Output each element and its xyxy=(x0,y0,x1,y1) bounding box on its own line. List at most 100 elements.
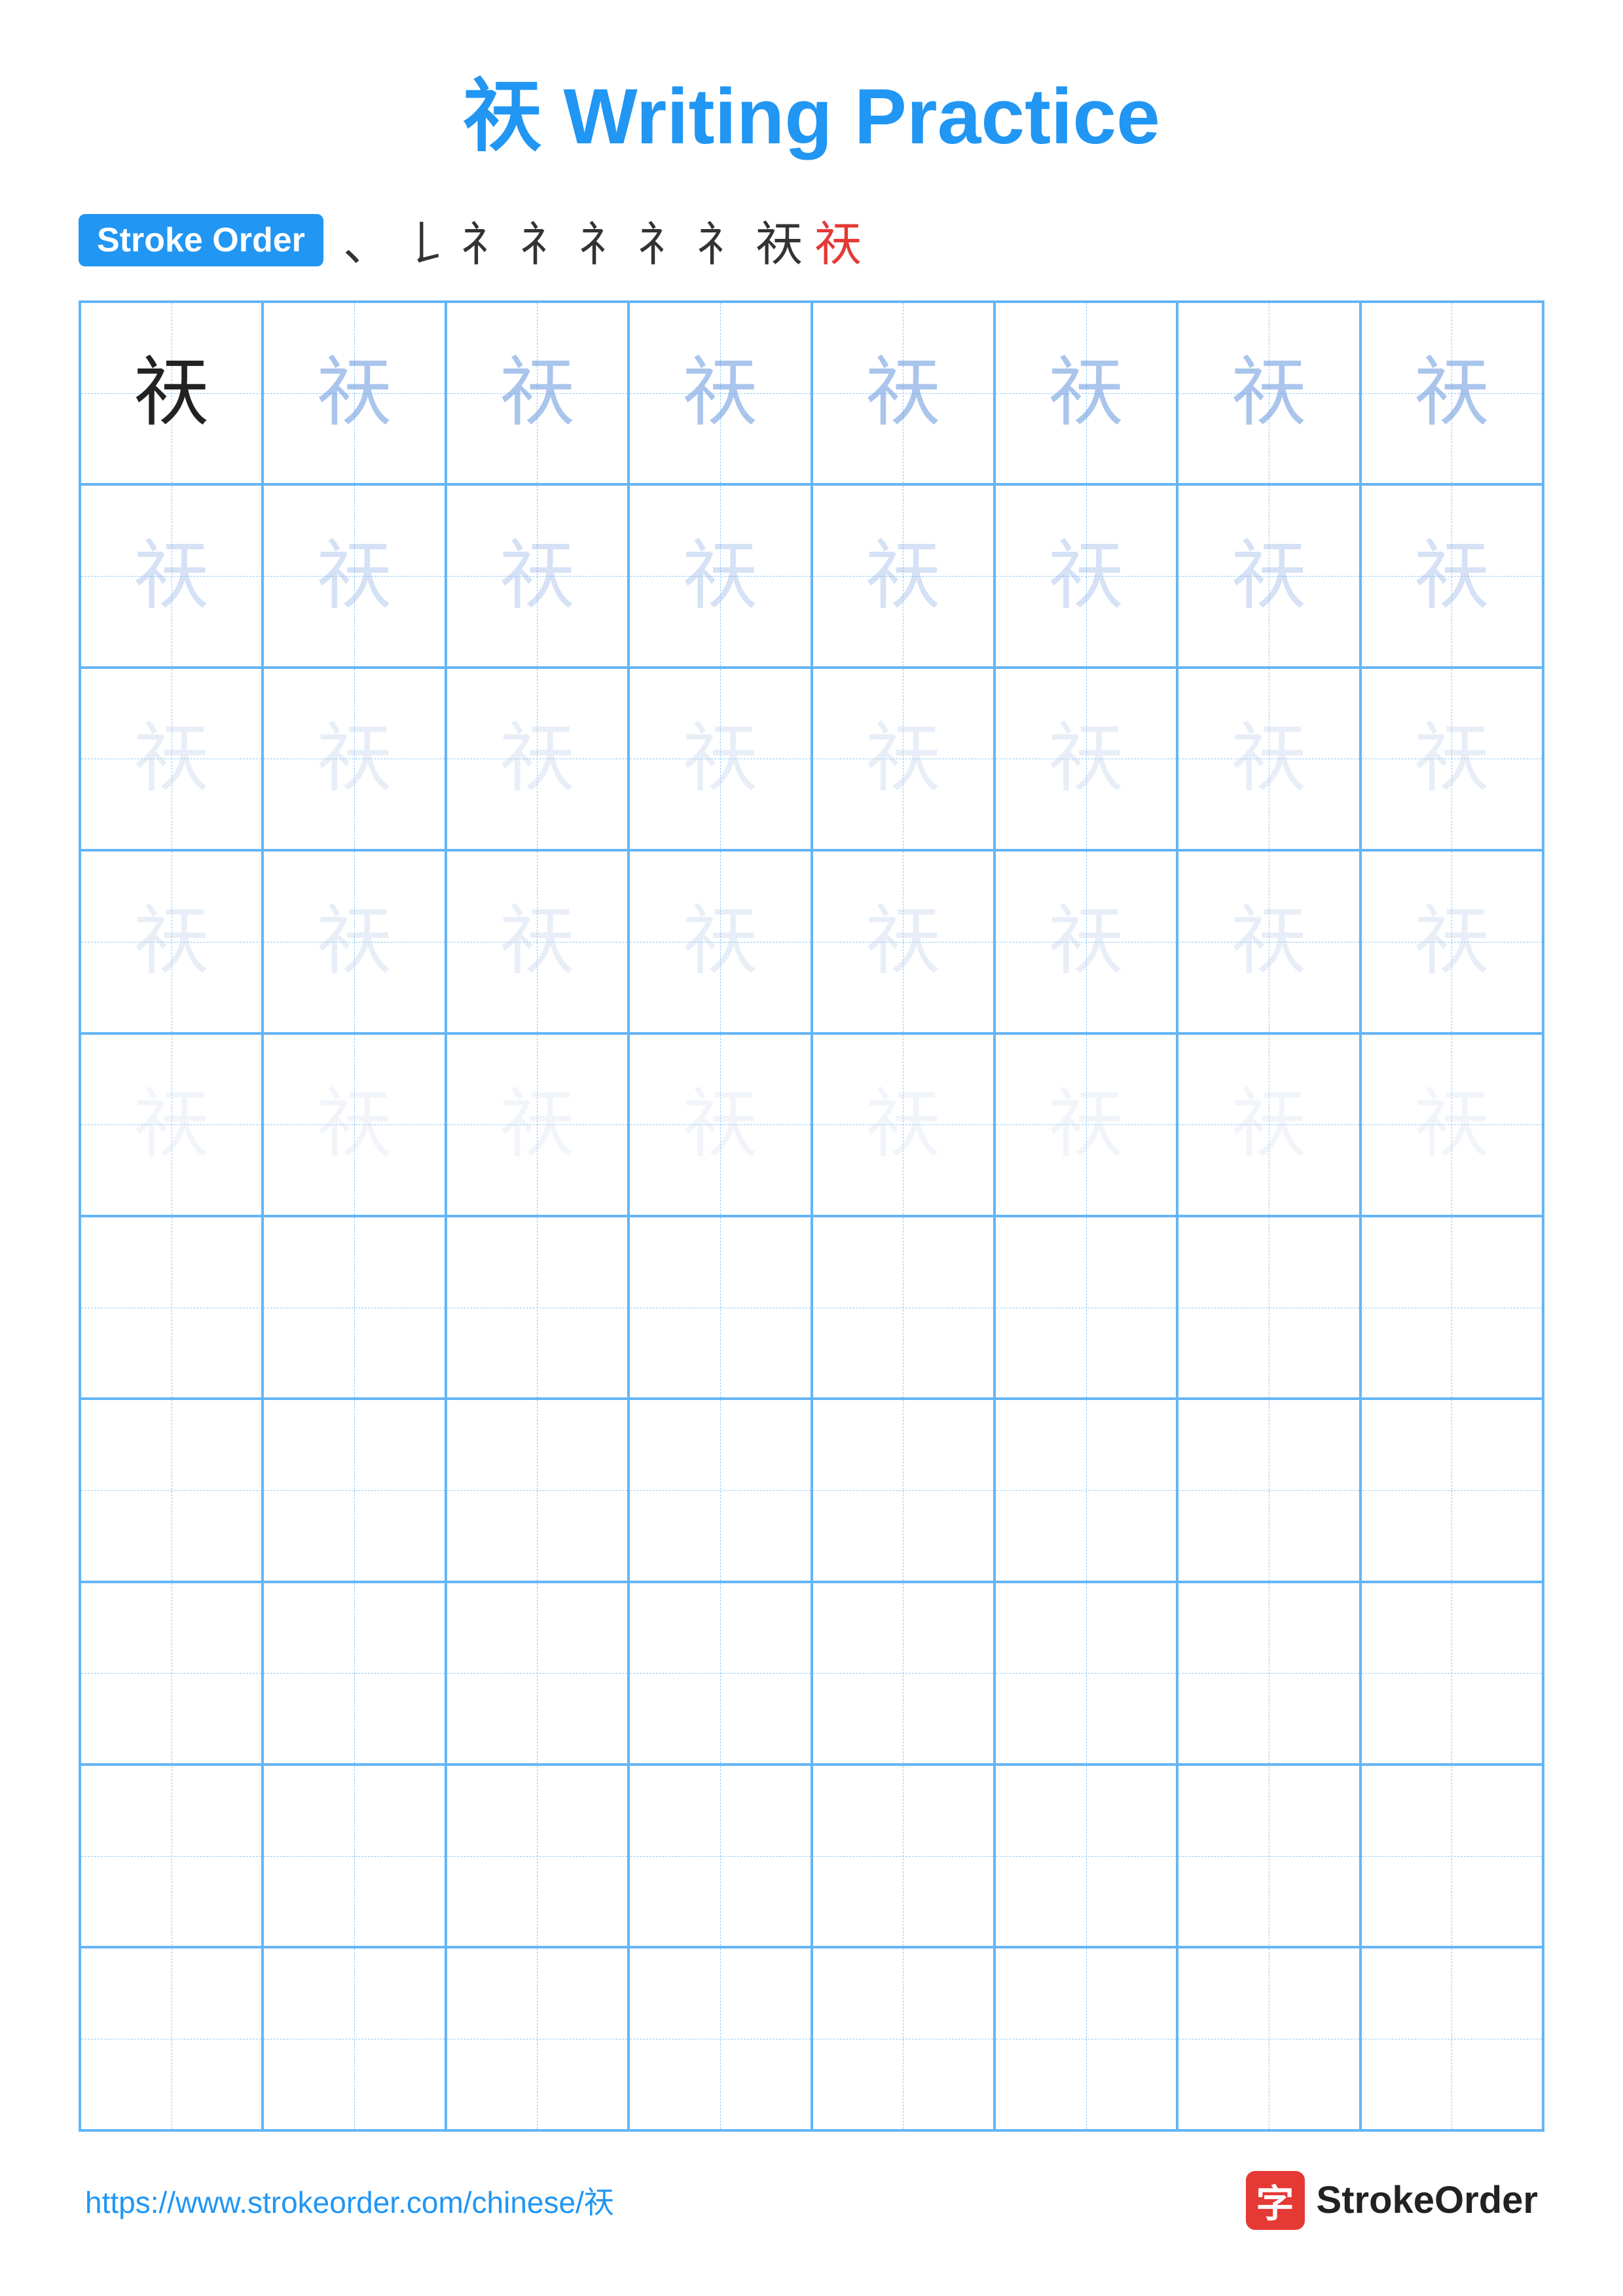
grid-cell[interactable] xyxy=(812,1582,994,1765)
grid-row-6 xyxy=(80,1216,1543,1399)
grid-cell[interactable] xyxy=(80,1582,263,1765)
strokeorder-logo-icon: 字 xyxy=(1246,2171,1305,2230)
practice-char: 祆 xyxy=(317,539,392,614)
grid-cell: 祆 xyxy=(994,1033,1177,1216)
practice-char: 祆 xyxy=(317,721,392,797)
grid-row-8 xyxy=(80,1582,1543,1765)
grid-cell[interactable] xyxy=(263,1399,445,1581)
grid-cell[interactable] xyxy=(1360,1399,1543,1581)
grid-cell: 祆 xyxy=(812,850,994,1033)
grid-cell: 祆 xyxy=(263,484,445,667)
grid-cell[interactable] xyxy=(446,1947,629,2130)
stroke-sequence: 、 𠄌 礻 礻 礻 礻 礻 祆 祆 xyxy=(343,206,862,274)
practice-char: 祆 xyxy=(1048,1087,1123,1162)
grid-row-1: 祆 祆 祆 祆 祆 祆 祆 祆 xyxy=(80,302,1543,484)
grid-cell: 祆 xyxy=(629,302,811,484)
grid-cell: 祆 xyxy=(263,302,445,484)
grid-cell: 祆 xyxy=(1177,1033,1360,1216)
practice-char: 祆 xyxy=(866,904,941,979)
grid-cell: 祆 xyxy=(80,850,263,1033)
practice-char: 祆 xyxy=(134,355,209,431)
grid-cell: 祆 xyxy=(812,302,994,484)
practice-char: 祆 xyxy=(682,904,757,979)
grid-cell[interactable] xyxy=(1177,1216,1360,1399)
practice-char: 祆 xyxy=(134,721,209,797)
grid-cell: 祆 xyxy=(446,668,629,850)
stroke-step-5: 礻 xyxy=(579,206,626,274)
practice-char: 祆 xyxy=(1231,355,1306,431)
practice-char: 祆 xyxy=(1048,904,1123,979)
grid-cell[interactable] xyxy=(812,1216,994,1399)
practice-char: 祆 xyxy=(1048,539,1123,614)
grid-cell[interactable] xyxy=(994,1765,1177,1947)
grid-cell[interactable] xyxy=(994,1582,1177,1765)
page: 祆 Writing Practice Stroke Order 、 𠄌 礻 礻 … xyxy=(0,0,1623,2296)
stroke-step-8: 祆 xyxy=(756,206,803,274)
grid-cell[interactable] xyxy=(1177,1765,1360,1947)
practice-char: 祆 xyxy=(1414,721,1489,797)
practice-char: 祆 xyxy=(134,539,209,614)
grid-cell[interactable] xyxy=(994,1947,1177,2130)
grid-cell[interactable] xyxy=(263,1216,445,1399)
grid-cell[interactable] xyxy=(629,1947,811,2130)
grid-row-5: 祆 祆 祆 祆 祆 祆 祆 祆 xyxy=(80,1033,1543,1216)
stroke-order-row: Stroke Order 、 𠄌 礻 礻 礻 礻 礻 祆 祆 xyxy=(79,206,1544,274)
grid-cell[interactable] xyxy=(994,1216,1177,1399)
grid-row-9 xyxy=(80,1765,1543,1947)
grid-cell[interactable] xyxy=(812,1765,994,1947)
grid-cell[interactable] xyxy=(446,1582,629,1765)
grid-cell: 祆 xyxy=(1177,668,1360,850)
grid-cell[interactable] xyxy=(263,1765,445,1947)
grid-cell: 祆 xyxy=(1360,1033,1543,1216)
grid-row-7 xyxy=(80,1399,1543,1581)
grid-cell[interactable] xyxy=(1177,1582,1360,1765)
grid-cell[interactable] xyxy=(80,1399,263,1581)
practice-char: 祆 xyxy=(682,539,757,614)
practice-char: 祆 xyxy=(1414,539,1489,614)
practice-char: 祆 xyxy=(1414,355,1489,431)
title-char: 祆 xyxy=(463,73,541,160)
practice-char: 祆 xyxy=(1414,904,1489,979)
practice-char: 祆 xyxy=(500,904,575,979)
grid-cell[interactable] xyxy=(994,1399,1177,1581)
page-title: 祆 Writing Practice xyxy=(463,52,1160,166)
stroke-step-6: 礻 xyxy=(638,206,685,274)
practice-char: 祆 xyxy=(500,721,575,797)
stroke-step-1: 、 xyxy=(343,206,390,274)
grid-row-2: 祆 祆 祆 祆 祆 祆 祆 祆 xyxy=(80,484,1543,667)
practice-char: 祆 xyxy=(866,1087,941,1162)
practice-char: 祆 xyxy=(682,1087,757,1162)
grid-cell[interactable] xyxy=(1177,1399,1360,1581)
grid-cell[interactable] xyxy=(446,1765,629,1947)
grid-cell[interactable] xyxy=(80,1947,263,2130)
practice-char: 祆 xyxy=(1048,721,1123,797)
stroke-order-badge: Stroke Order xyxy=(79,214,323,266)
grid-cell[interactable] xyxy=(446,1399,629,1581)
grid-cell[interactable] xyxy=(1360,1582,1543,1765)
grid-cell[interactable] xyxy=(629,1582,811,1765)
footer-url[interactable]: https://www.strokeorder.com/chinese/祆 xyxy=(85,2179,614,2222)
grid-cell[interactable] xyxy=(812,1947,994,2130)
grid-cell[interactable] xyxy=(1360,1947,1543,2130)
grid-cell: 祆 xyxy=(1360,302,1543,484)
practice-char: 祆 xyxy=(317,1087,392,1162)
practice-char: 祆 xyxy=(500,355,575,431)
grid-cell[interactable] xyxy=(263,1582,445,1765)
grid-cell: 祆 xyxy=(629,850,811,1033)
grid-cell[interactable] xyxy=(629,1399,811,1581)
grid-cell[interactable] xyxy=(1360,1216,1543,1399)
grid-cell: 祆 xyxy=(446,302,629,484)
practice-char: 祆 xyxy=(1231,539,1306,614)
grid-cell[interactable] xyxy=(446,1216,629,1399)
grid-cell[interactable] xyxy=(80,1216,263,1399)
grid-cell: 祆 xyxy=(446,850,629,1033)
grid-cell[interactable] xyxy=(80,1765,263,1947)
grid-cell: 祆 xyxy=(80,668,263,850)
grid-cell[interactable] xyxy=(812,1399,994,1581)
grid-cell[interactable] xyxy=(1360,1765,1543,1947)
grid-cell[interactable] xyxy=(629,1216,811,1399)
grid-cell: 祆 xyxy=(80,302,263,484)
grid-cell[interactable] xyxy=(629,1765,811,1947)
grid-cell[interactable] xyxy=(1177,1947,1360,2130)
grid-cell[interactable] xyxy=(263,1947,445,2130)
